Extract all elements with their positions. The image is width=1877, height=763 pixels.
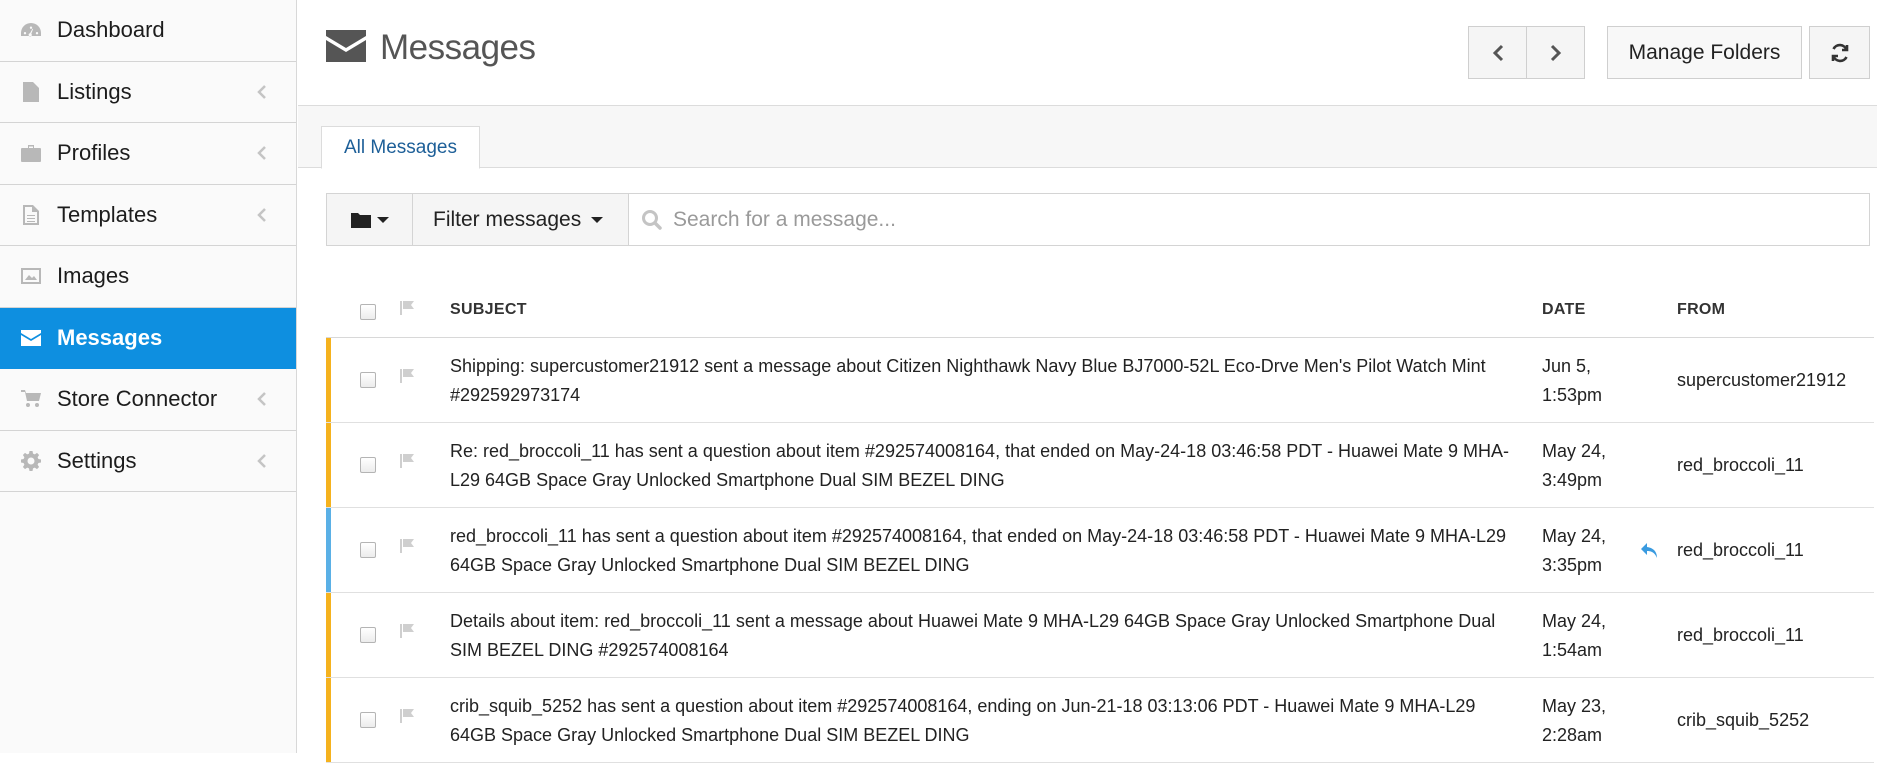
flag-icon [399,300,417,318]
unread-indicator [326,593,331,677]
sidebar-item-messages[interactable]: Messages [0,307,296,369]
row-checkbox[interactable] [360,457,376,473]
unread-indicator [326,338,331,422]
sidebar-item-profiles[interactable]: Profiles [0,123,296,185]
messages-table: SUBJECT DATE FROM Shipping: supercustome… [326,280,1874,763]
chevron-left-icon [256,144,268,162]
row-checkbox[interactable] [360,712,376,728]
row-checkbox[interactable] [360,372,376,388]
search-icon [642,209,662,230]
message-from: red_broccoli_11 [1677,540,1804,560]
row-checkbox[interactable] [360,542,376,558]
message-date: May 24, 3:49pm [1542,441,1607,490]
refresh-button[interactable] [1809,26,1870,79]
sidebar-item-listings[interactable]: Listings [0,61,296,123]
message-date: May 23, 2:28am [1542,696,1607,745]
tabs-bar: All Messages [298,106,1877,169]
sidebar-item-label: Profiles [57,140,131,166]
gear-icon [20,450,42,472]
caret-down-icon [376,216,389,223]
next-button[interactable] [1526,26,1585,79]
sidebar-item-dashboard[interactable]: Dashboard [0,0,296,62]
column-header-date[interactable]: DATE [1542,301,1586,319]
sidebar-item-templates[interactable]: Templates [0,184,296,246]
chevron-left-icon [256,390,268,408]
filter-messages-label: Filter messages [433,207,582,231]
table-row[interactable]: Re: red_broccoli_11 has sent a question … [326,423,1874,508]
table-header: SUBJECT DATE FROM [326,280,1874,338]
message-from: red_broccoli_11 [1677,455,1804,475]
message-from: supercustomer21912 [1677,370,1847,390]
chevron-left-icon [1492,44,1503,61]
sidebar-item-label: Settings [57,447,137,473]
briefcase-icon [20,142,42,164]
image-icon [20,265,42,287]
reply-icon [1640,542,1660,560]
chevron-right-icon [1550,44,1561,61]
page-header: Messages Manage Folders [298,0,1877,106]
message-subject[interactable]: red_broccoli_11 has sent a question abou… [450,522,1510,580]
sidebar-item-label: Listings [57,78,132,104]
main-content: Messages Manage Folders All Messages Fil… [298,0,1877,763]
table-row[interactable]: crib_squib_5252 has sent a question abou… [326,678,1874,763]
message-date: Jun 5, 1:53pm [1542,356,1603,405]
filter-messages-dropdown[interactable]: Filter messages [413,194,629,245]
flag-icon[interactable] [399,368,417,386]
chevron-left-icon [256,452,268,470]
sidebar-item-images[interactable]: Images [0,246,296,308]
sidebar: Dashboard Listings Profiles Templates Im… [0,0,297,753]
envelope-icon [20,327,42,349]
message-subject[interactable]: Re: red_broccoli_11 has sent a question … [450,437,1510,495]
table-row[interactable]: Shipping: supercustomer21912 sent a mess… [326,338,1874,423]
table-row[interactable]: red_broccoli_11 has sent a question abou… [326,508,1874,593]
file-icon [20,81,42,103]
folder-dropdown[interactable] [327,194,413,245]
message-subject[interactable]: crib_squib_5252 has sent a question abou… [450,692,1510,750]
sidebar-item-label: Store Connector [57,386,218,412]
sidebar-item-settings[interactable]: Settings [0,430,296,492]
flag-icon[interactable] [399,623,417,641]
chevron-left-icon [256,83,268,101]
message-subject[interactable]: Shipping: supercustomer21912 sent a mess… [450,352,1510,410]
row-checkbox[interactable] [360,627,376,643]
dashboard-icon [20,19,42,41]
select-all-checkbox[interactable] [360,304,376,320]
message-from: red_broccoli_11 [1677,625,1804,645]
chevron-left-icon [256,206,268,224]
folder-icon [350,212,371,228]
manage-folders-button[interactable]: Manage Folders [1607,26,1802,79]
table-row[interactable]: Details about item: red_broccoli_11 sent… [326,593,1874,678]
message-from: crib_squib_5252 [1677,710,1810,730]
unread-indicator [326,423,331,507]
message-date: May 24, 1:54am [1542,611,1607,660]
cart-icon [20,388,42,410]
column-header-from[interactable]: FROM [1677,301,1725,319]
unread-indicator [326,678,331,762]
caret-down-icon [591,216,604,223]
message-toolbar: Filter messages [326,193,1870,246]
sidebar-item-label: Templates [57,201,158,227]
flag-icon[interactable] [399,708,417,726]
refresh-icon [1831,43,1848,62]
search-box [629,194,1869,245]
envelope-icon [326,29,366,67]
document-icon [20,204,42,226]
column-header-subject[interactable]: SUBJECT [450,301,527,319]
message-subject[interactable]: Details about item: red_broccoli_11 sent… [450,607,1510,665]
search-input[interactable] [673,207,1773,232]
page-title: Messages [380,28,536,67]
sidebar-item-store-connector[interactable]: Store Connector [0,369,296,431]
sidebar-item-label: Messages [57,324,163,350]
read-indicator [326,508,331,592]
flag-icon[interactable] [399,453,417,471]
sidebar-item-label: Dashboard [57,17,165,43]
previous-button[interactable] [1468,26,1527,79]
tab-all-messages[interactable]: All Messages [321,126,480,169]
page-title-wrap: Messages [326,28,536,68]
sidebar-item-label: Images [57,263,130,289]
flag-icon[interactable] [399,538,417,556]
message-date: May 24, 3:35pm [1542,526,1607,575]
